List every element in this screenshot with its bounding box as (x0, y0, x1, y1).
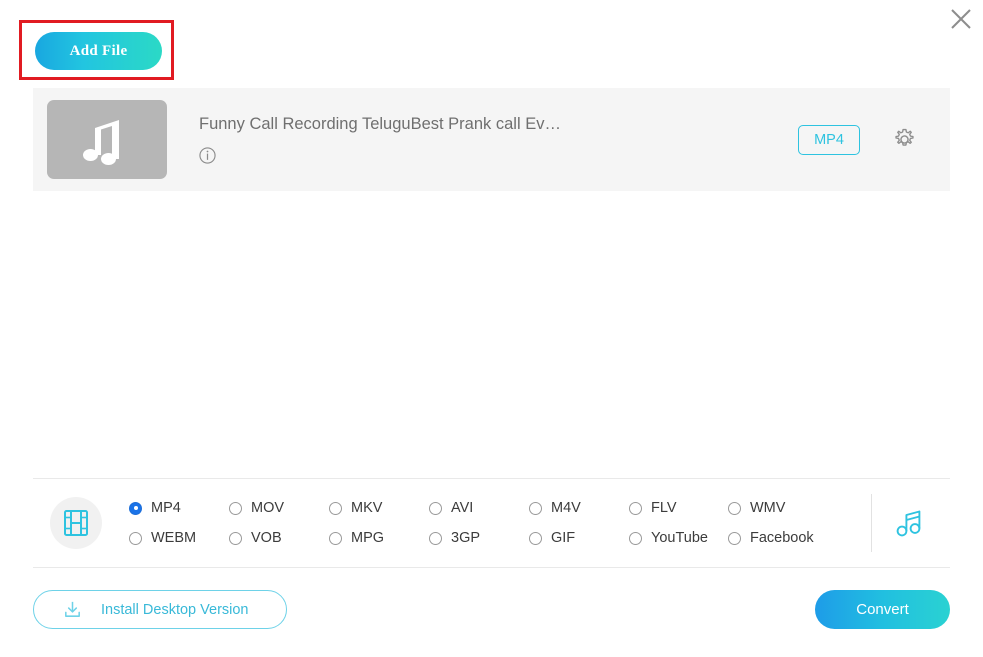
format-radio-facebook[interactable]: Facebook (728, 523, 838, 553)
radio-dot (728, 531, 741, 545)
install-desktop-version-label: Install Desktop Version (101, 601, 249, 618)
format-radio-label: MKV (351, 500, 383, 516)
radio-dot (629, 531, 642, 545)
format-radio-label: YouTube (651, 530, 708, 546)
close-button[interactable] (944, 2, 978, 36)
format-radio-label: GIF (551, 530, 576, 546)
radio-dot (529, 501, 542, 515)
format-radio-label: FLV (651, 500, 677, 516)
radio-dot (329, 531, 342, 545)
format-selector-bar: MP4 MOV MKV AVI M4V FLV WMV WEBM VOB MPG… (33, 479, 950, 567)
format-radio-label: MPG (351, 530, 385, 546)
format-radio-label: Facebook (750, 530, 814, 546)
format-radio-3gp[interactable]: 3GP (429, 523, 529, 553)
video-converter-window: Add File Funny Call Recording TeluguBest… (0, 0, 983, 657)
format-radio-flv[interactable]: FLV (629, 493, 728, 523)
file-title: Funny Call Recording TeluguBest Prank ca… (199, 115, 561, 133)
format-radio-label: M4V (551, 500, 581, 516)
format-radio-label: WEBM (151, 530, 197, 546)
file-thumbnail (47, 100, 167, 179)
format-radio-label: VOB (251, 530, 282, 546)
format-radio-group: MP4 MOV MKV AVI M4V FLV WMV WEBM VOB MPG… (129, 493, 871, 553)
close-icon (951, 9, 971, 29)
music-note-icon (83, 119, 119, 165)
file-list-item[interactable]: Funny Call Recording TeluguBest Prank ca… (33, 88, 950, 191)
add-file-button[interactable]: Add File (35, 32, 162, 70)
convert-button[interactable]: Convert (815, 590, 950, 629)
video-format-button[interactable] (50, 497, 102, 549)
format-radio-label: AVI (451, 500, 474, 516)
format-radio-m4v[interactable]: M4V (529, 493, 629, 523)
format-radio-webm[interactable]: WEBM (129, 523, 229, 553)
format-radio-label: WMV (750, 500, 786, 516)
radio-dot (129, 501, 142, 515)
format-radio-mp4[interactable]: MP4 (129, 493, 229, 523)
film-strip-icon (64, 510, 88, 536)
format-radio-vob[interactable]: VOB (229, 523, 329, 553)
format-bar-bottom-divider (33, 567, 950, 568)
format-radio-wmv[interactable]: WMV (728, 493, 838, 523)
add-file-annotation-box: Add File (19, 20, 174, 80)
format-radio-gif[interactable]: GIF (529, 523, 629, 553)
radio-dot (329, 501, 342, 515)
radio-dot (728, 501, 741, 515)
radio-dot (229, 531, 242, 545)
format-radio-label: MOV (251, 500, 285, 516)
file-meta: Funny Call Recording TeluguBest Prank ca… (199, 115, 798, 164)
music-note-icon (896, 510, 921, 537)
format-radio-avi[interactable]: AVI (429, 493, 529, 523)
radio-dot (429, 531, 442, 545)
format-radio-label: MP4 (151, 500, 181, 516)
format-radio-label: 3GP (451, 530, 481, 546)
radio-dot (229, 501, 242, 515)
radio-dot (629, 501, 642, 515)
format-radio-mov[interactable]: MOV (229, 493, 329, 523)
format-radio-mkv[interactable]: MKV (329, 493, 429, 523)
info-icon[interactable] (199, 147, 216, 164)
download-icon (65, 601, 80, 617)
install-desktop-version-button[interactable]: Install Desktop Version (33, 590, 287, 629)
gear-icon[interactable] (893, 128, 916, 151)
radio-dot (529, 531, 542, 545)
format-radio-mpg[interactable]: MPG (329, 523, 429, 553)
format-radio-youtube[interactable]: YouTube (629, 523, 728, 553)
radio-dot (129, 531, 142, 545)
file-format-badge[interactable]: MP4 (798, 124, 860, 155)
audio-format-button[interactable] (872, 506, 950, 540)
radio-dot (429, 501, 442, 515)
